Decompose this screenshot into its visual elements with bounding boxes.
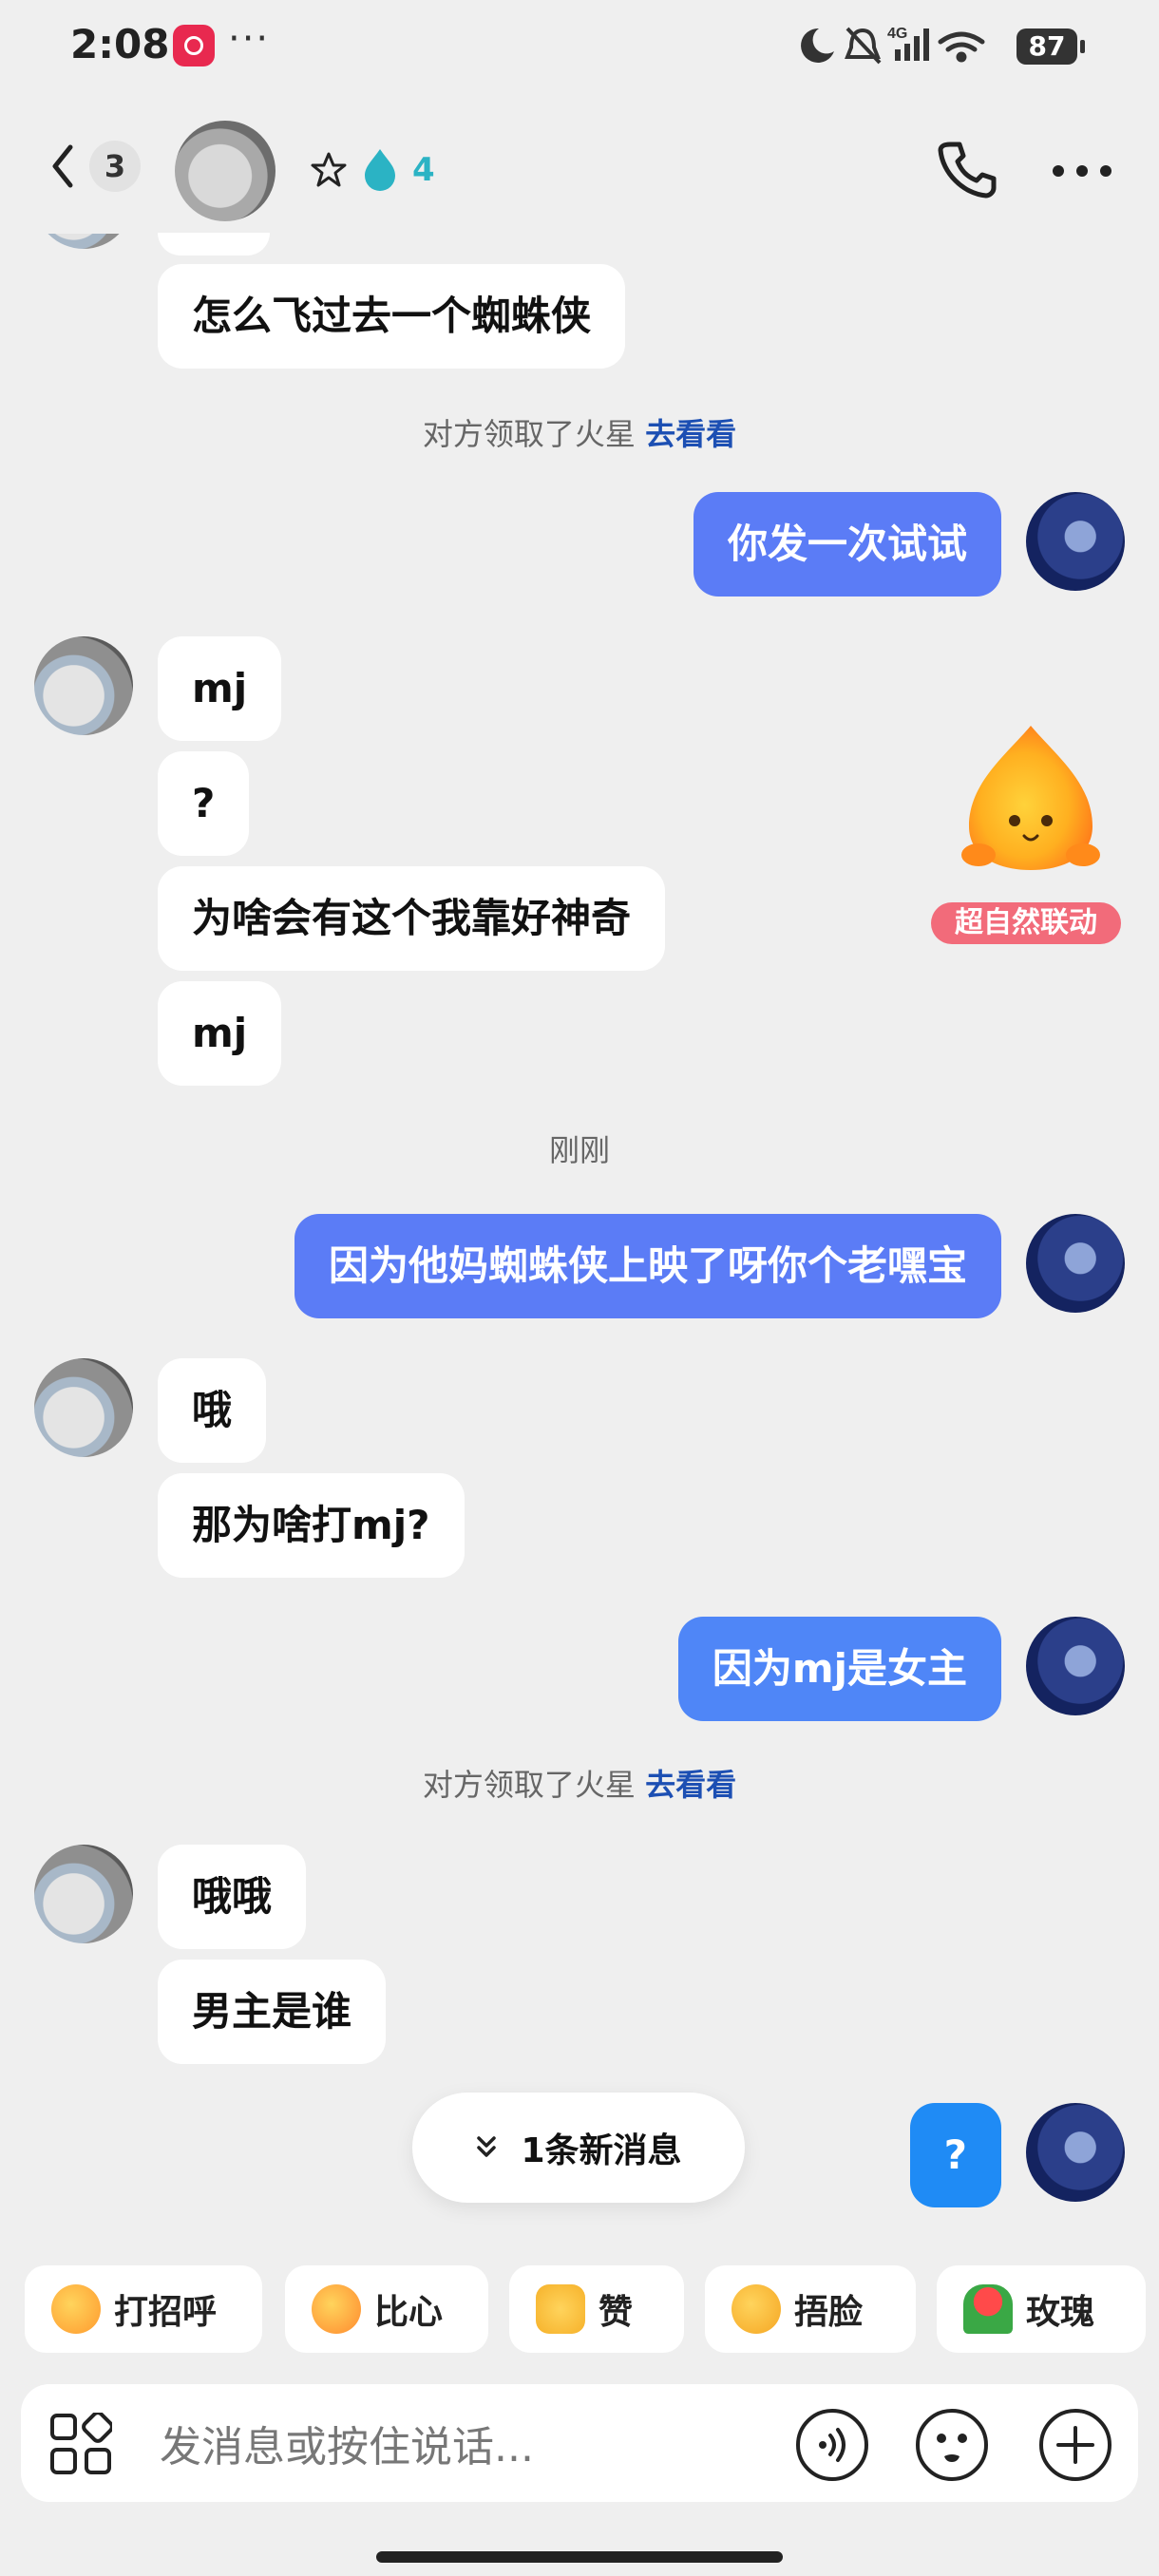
flame-icon — [365, 149, 395, 191]
more-options-icon[interactable] — [1051, 160, 1113, 182]
network-type-label: 4G — [887, 26, 907, 42]
double-chevron-down-icon — [477, 2136, 497, 2157]
message-incoming[interactable]: mj — [158, 981, 282, 1086]
message-outgoing[interactable]: 因为他妈蜘蛛侠上映了呀你个老嘿宝 — [294, 1214, 1001, 1318]
rose-icon — [963, 2284, 1013, 2334]
flame-count: 4 — [412, 151, 435, 189]
my-avatar[interactable] — [1026, 1214, 1125, 1313]
message-outgoing[interactable]: 你发一次试试 — [693, 492, 1001, 597]
message-incoming[interactable]: 哦哦 — [158, 1845, 307, 1949]
my-avatar[interactable] — [1026, 2103, 1125, 2202]
system-notice-text: 对方领取了火星 — [422, 1767, 636, 1803]
message-input[interactable]: 发消息或按住说话... — [160, 2413, 534, 2473]
wifi-icon — [938, 31, 985, 63]
quick-reply-label: 捂脸 — [794, 2293, 864, 2332]
home-indicator[interactable] — [376, 2551, 783, 2563]
message-outgoing[interactable]: 因为mj是女主 — [677, 1617, 1001, 1721]
quick-reply-rose[interactable]: 玫瑰 — [937, 2265, 1146, 2353]
battery-indicator: 87 — [1016, 28, 1085, 65]
quick-reply-heart[interactable]: 比心 — [285, 2265, 488, 2353]
quick-reply-label: 赞 — [598, 2293, 634, 2332]
quick-reply-label: 打招呼 — [114, 2293, 218, 2332]
heart-hands-emoji-icon — [312, 2284, 361, 2334]
new-message-label: 1条新消息 — [521, 2131, 682, 2170]
status-icons: 4G — [801, 26, 985, 65]
view-link[interactable]: 去看看 — [645, 416, 736, 452]
system-notice: 对方领取了火星 去看看 — [0, 410, 1159, 454]
moon-icon — [801, 28, 834, 63]
bell-muted-icon — [845, 27, 882, 65]
apps-grid-icon[interactable] — [49, 2413, 112, 2475]
add-icon[interactable] — [1037, 2407, 1113, 2483]
app-notification-icon — [173, 25, 215, 66]
friendship-flame[interactable]: 4 — [310, 147, 435, 193]
my-avatar[interactable] — [1026, 492, 1125, 591]
message-bubble-partial — [158, 233, 270, 256]
message-incoming[interactable]: ? — [158, 751, 250, 856]
chevron-left-icon — [52, 144, 73, 188]
message-incoming[interactable]: mj — [158, 636, 282, 741]
message-incoming[interactable]: 那为啥打mj? — [158, 1473, 465, 1578]
message-outgoing[interactable]: ? — [909, 2103, 1001, 2207]
message-incoming[interactable]: 男主是谁 — [158, 1960, 387, 2064]
quick-reply-greet[interactable]: 打招呼 — [25, 2265, 262, 2353]
contact-avatar-small[interactable] — [34, 1845, 133, 1943]
facepalm-emoji-icon — [732, 2284, 781, 2334]
timestamp: 刚刚 — [548, 1132, 610, 1168]
sticker-label: 超自然联动 — [931, 902, 1121, 944]
badge-star-icon — [311, 152, 347, 187]
status-time: 2:08 — [70, 21, 170, 67]
quick-reply-facepalm[interactable]: 捂脸 — [705, 2265, 916, 2353]
system-notice: 对方领取了火星 去看看 — [0, 1761, 1159, 1805]
unread-count-badge: 3 — [89, 141, 141, 192]
greet-emoji-icon — [51, 2284, 101, 2334]
new-message-button[interactable]: 1条新消息 — [412, 2093, 745, 2203]
flame-mascot-sticker[interactable] — [960, 722, 1102, 874]
thumbs-up-icon — [536, 2284, 585, 2334]
message-incoming[interactable]: 哦 — [158, 1358, 267, 1463]
quick-reply-label: 比心 — [374, 2293, 444, 2332]
status-more-indicator: ··· — [228, 17, 271, 61]
quick-reply-label: 玫瑰 — [1026, 2293, 1095, 2332]
back-button[interactable]: 3 — [49, 141, 141, 192]
phone-icon[interactable] — [937, 139, 998, 199]
message-incoming[interactable]: 怎么飞过去一个蜘蛛侠 — [158, 264, 626, 369]
quick-reply-like[interactable]: 赞 — [509, 2265, 684, 2353]
contact-avatar[interactable] — [175, 121, 276, 221]
message-incoming[interactable]: 为啥会有这个我靠好神奇 — [158, 866, 666, 971]
contact-avatar-small[interactable] — [34, 636, 133, 735]
contact-avatar-small[interactable] — [34, 1358, 133, 1457]
view-link[interactable]: 去看看 — [645, 1767, 736, 1803]
system-notice-text: 对方领取了火星 — [422, 416, 636, 452]
my-avatar[interactable] — [1026, 1617, 1125, 1715]
emoji-icon[interactable] — [914, 2407, 990, 2483]
voice-icon[interactable] — [794, 2407, 870, 2483]
